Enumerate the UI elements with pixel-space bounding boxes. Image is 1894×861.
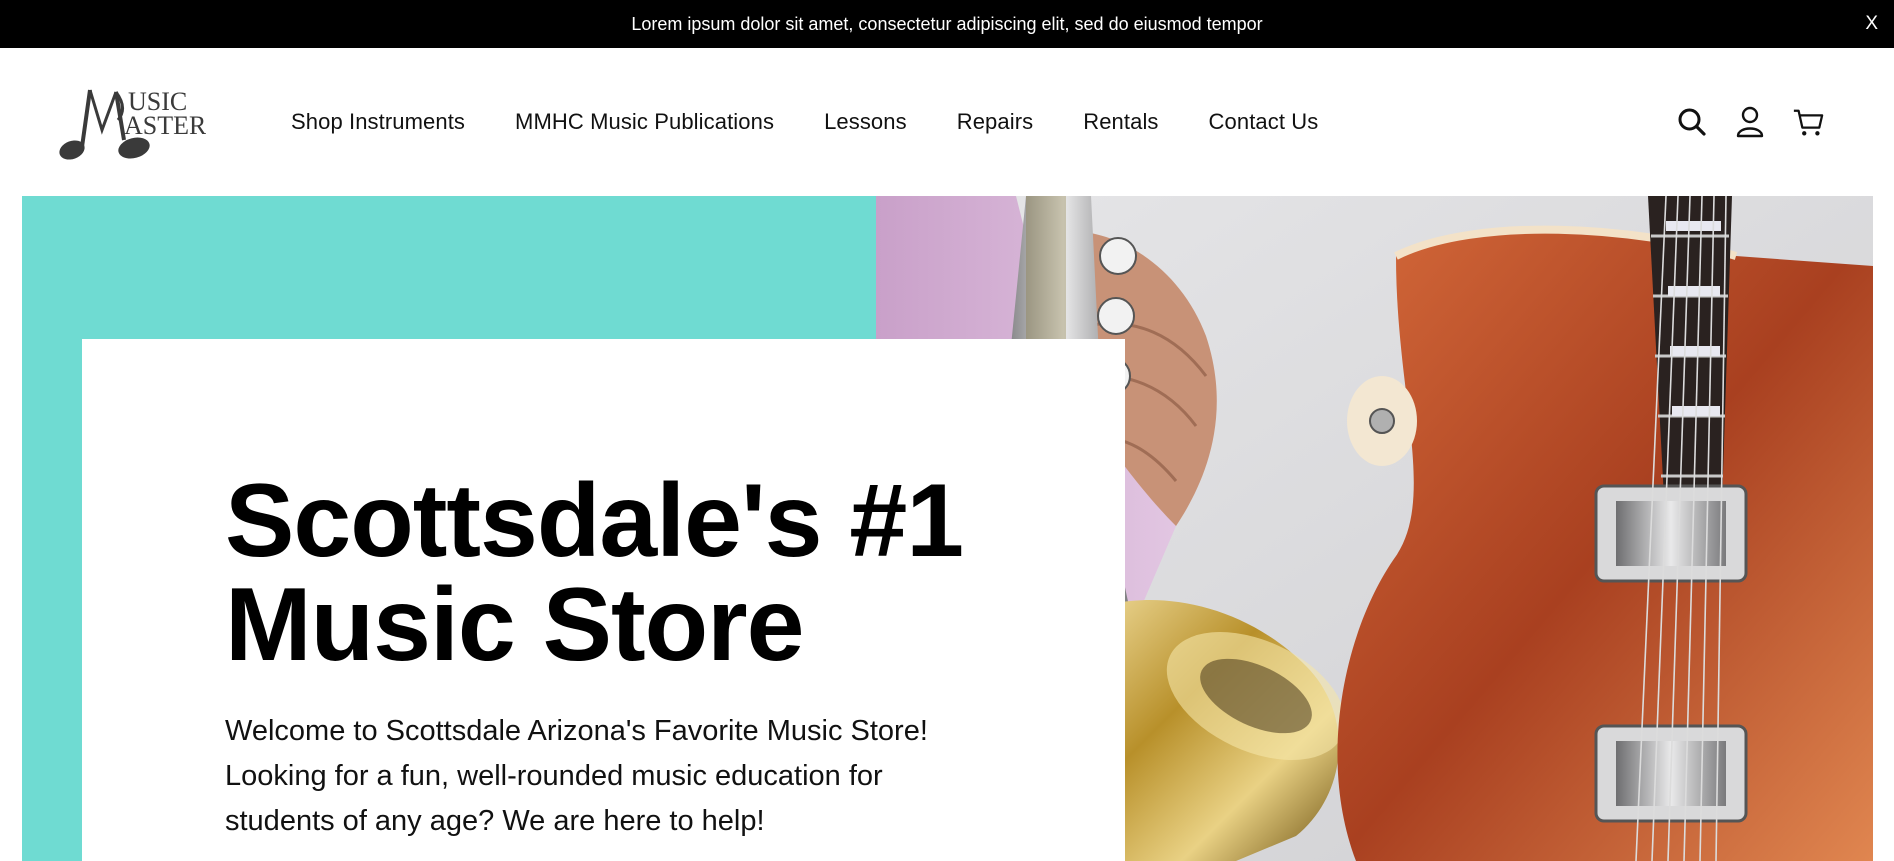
announcement-bar: Lorem ipsum dolor sit amet, consectetur … [0, 0, 1894, 48]
hero-description-line1: Welcome to Scottsdale Arizona's Favorite… [225, 715, 928, 747]
hero-description-line2: Looking for a fun, well-rounded music ed… [225, 760, 883, 792]
logo-line2: ASTERS [124, 111, 206, 140]
hero-card: Scottsdale's #1 Music Store Welcome to S… [82, 339, 1125, 861]
nav-mmhc-music-publications[interactable]: MMHC Music Publications [515, 109, 774, 135]
nav-contact-us[interactable]: Contact Us [1209, 109, 1319, 135]
site-header: USIC ASTERS Shop Instruments MMHC Music … [0, 48, 1894, 196]
nav-rentals[interactable]: Rentals [1083, 109, 1158, 135]
music-masters-logo: USIC ASTERS [59, 87, 221, 160]
cart-icon[interactable] [1792, 106, 1824, 138]
main-nav: Shop Instruments MMHC Music Publications… [291, 48, 1368, 196]
hero-description: Welcome to Scottsdale Arizona's Favorite… [225, 709, 1015, 844]
search-icon[interactable] [1676, 106, 1708, 138]
header-icons [1676, 48, 1824, 196]
close-announcement-button[interactable]: X [1865, 0, 1878, 48]
nav-lessons[interactable]: Lessons [824, 109, 907, 135]
hero-title: Scottsdale's #1 Music Store [225, 469, 964, 677]
hero-section: Scottsdale's #1 Music Store Welcome to S… [22, 196, 1873, 861]
nav-shop-instruments[interactable]: Shop Instruments [291, 109, 465, 135]
logo[interactable]: USIC ASTERS [58, 84, 221, 162]
hero-description-line3: students of any age? We are here to help… [225, 805, 765, 837]
announcement-text: Lorem ipsum dolor sit amet, consectetur … [631, 13, 1263, 34]
nav-repairs[interactable]: Repairs [957, 109, 1034, 135]
hero-title-line1: Scottsdale's #1 [225, 463, 964, 579]
account-icon[interactable] [1734, 106, 1766, 138]
hero-title-line2: Music Store [225, 567, 804, 683]
